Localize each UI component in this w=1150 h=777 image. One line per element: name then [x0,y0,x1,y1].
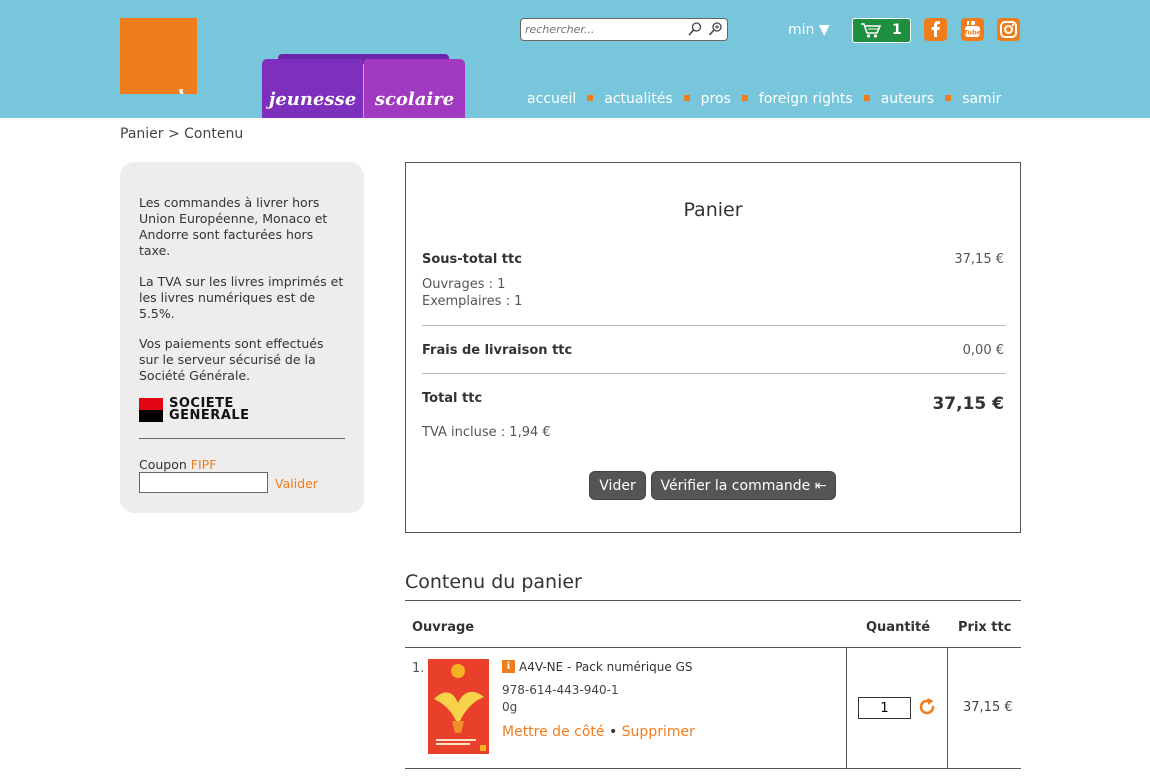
facebook-icon [931,21,940,37]
table-bottom-divider [405,768,1021,769]
product-isbn: 978-614-443-940-1 [502,683,619,697]
header-price: Prix ttc [958,620,1012,635]
empty-cart-button[interactable]: Vider [589,471,646,500]
scolaire-label: scolaire [374,89,455,110]
nav-accueil[interactable]: accueil [527,91,576,107]
table-header-divider [405,647,1021,648]
search-icon[interactable] [687,21,703,37]
nav-separator [683,95,690,101]
cart-icon [861,23,882,38]
bank-logo-mark [139,398,163,422]
product-cover-image[interactable] [428,659,489,754]
sidebar-text-tax: Les commandes à livrer hors Union Europé… [139,195,328,258]
shipping-value: 0,00 € [962,343,1004,358]
search-input[interactable] [525,21,685,37]
vat-included: TVA incluse : 1,94 € [422,425,551,440]
instagram-icon [1000,21,1017,38]
column-divider [947,648,948,768]
nav-actualites[interactable]: actualités [604,91,672,107]
shipping-label: Frais de livraison ttc [422,343,573,358]
advanced-search-icon[interactable] [707,21,723,37]
coupon-validate-link[interactable]: Valider [275,476,318,491]
breadcrumb: Panier > Contenu [120,126,244,142]
nav-pros[interactable]: pros [701,91,731,107]
checkout-button[interactable]: Vérifier la commande ⇤ [651,471,836,500]
coupon-label: Coupon FIPF [139,457,217,472]
total-value: 37,15 € [932,394,1004,414]
sidebar-divider [139,438,345,439]
nav-separator [945,95,952,101]
nav-separator [587,95,594,101]
coupon-fipf-link[interactable]: FIPF [191,457,217,472]
book-menu: jeunesse scolaire [262,54,465,118]
youtube-link[interactable]: Tube [961,18,984,41]
cart-button[interactable]: 1 [852,18,911,43]
refresh-quantity-icon[interactable] [916,696,938,718]
coupon-input[interactable] [139,472,268,493]
search-box [520,18,728,41]
nav-auteurs[interactable]: auteurs [881,91,934,107]
info-sidebar: Les commandes à livrer hors Union Europé… [120,162,364,513]
cart-summary: Panier Sous-total ttc 37,15 € Ouvrages :… [405,162,1021,533]
section-divider [405,600,1021,601]
column-divider [846,648,847,768]
jeunesse-label: jeunesse [268,89,357,110]
summary-divider [422,325,1006,326]
product-info-icon[interactable]: i [502,660,515,673]
societe-generale-logo: SOCIETE GENERALE [139,396,269,423]
row-number: 1. [412,661,425,676]
product-name[interactable]: A4V-NE - Pack numérique GS [519,660,693,674]
svg-text:Tube: Tube [964,29,982,37]
summary-title: Panier [683,199,743,221]
total-label: Total ttc [422,391,483,406]
nav-separator [741,95,748,101]
row-price: 37,15 € [963,700,1013,715]
set-aside-link[interactable]: Mettre de côté [502,724,605,740]
nav-samir[interactable]: samir [962,91,1001,107]
nav-separator [863,95,870,101]
sidebar-text-vat: La TVA sur les livres imprimés et les li… [139,274,344,321]
remove-link[interactable]: Supprimer [622,724,695,740]
copies-count: Exemplaires : 1 [422,294,523,309]
product-weight: 0g [502,700,518,714]
book-cover-illustration [428,659,489,754]
subtotal-label: Sous-total ttc [422,252,522,267]
facebook-link[interactable] [924,18,947,41]
header-work: Ouvrage [412,620,475,635]
main-nav: accueil actualités pros foreign rights auteu… [527,91,1001,107]
youtube-icon: Tube [964,21,982,37]
bank-logo-text: SOCIETE GENERALE [169,396,250,423]
quantity-input[interactable] [858,697,911,719]
instagram-link[interactable] [997,18,1020,41]
logo-text: samir [171,90,197,94]
header-quantity: Quantité [866,620,931,635]
cart-count: 1 [892,22,902,38]
summary-divider [422,373,1006,374]
sidebar-text-payment: Vos paiements sont effectués sur le serv… [139,336,324,383]
language-selector[interactable]: min ▼ [788,22,830,38]
subtotal-value: 37,15 € [954,252,1004,267]
nav-scolaire[interactable]: scolaire [364,59,465,118]
nav-jeunesse[interactable]: jeunesse [262,59,363,118]
works-count: Ouvrages : 1 [422,277,506,292]
nav-foreign-rights[interactable]: foreign rights [759,91,853,107]
product-actions: Mettre de côté • Supprimer [502,724,695,740]
site-header: samir jeunesse scolaire min ▼ [0,0,1150,118]
samir-logo[interactable]: samir [120,18,197,94]
action-separator: • [608,724,618,740]
cart-content-title: Contenu du panier [405,571,582,593]
